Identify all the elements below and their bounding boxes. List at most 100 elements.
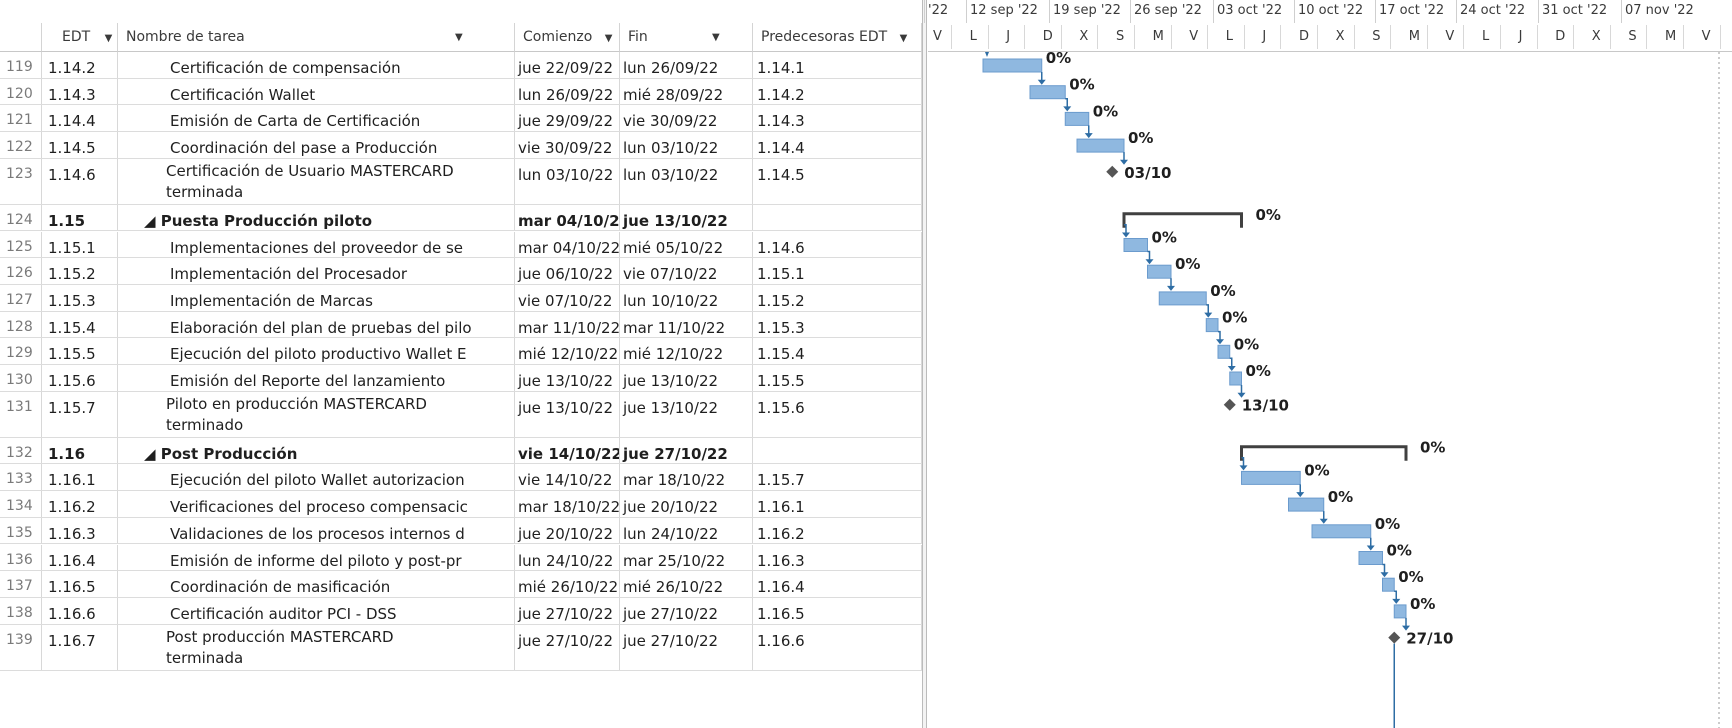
start-cell[interactable]: jue 29/09/22 bbox=[515, 105, 620, 132]
table-row[interactable]: 135 1.16.3 Validaciones de los procesos in… bbox=[0, 517, 922, 545]
summary-row[interactable]: 132 1.16 ◢ Post Producción vie 14/10/22 jue … bbox=[0, 437, 922, 465]
summary-row[interactable]: 124 1.15 ◢ Puesta Producción piloto mar 04/… bbox=[0, 204, 922, 232]
predecessors-cell[interactable]: 1.14.2 bbox=[753, 78, 922, 105]
start-cell[interactable]: jue 22/09/22 bbox=[515, 52, 620, 78]
end-cell[interactable]: vie 07/10/22 bbox=[620, 258, 753, 284]
task-name-cell[interactable]: Verificaciones del proceso compensacic bbox=[118, 491, 515, 517]
table-row[interactable]: 133 1.16.1 Ejecución del piloto Wallet aut… bbox=[0, 464, 922, 492]
table-row[interactable]: 120 1.14.3 Certificación Wallet lun 26/09/2… bbox=[0, 78, 922, 106]
table-row[interactable]: 138 1.16.6 Certificación auditor PCI - DSS… bbox=[0, 597, 922, 625]
predecessors-cell[interactable]: 1.15.1 bbox=[753, 258, 922, 284]
column-header-start[interactable]: Comienzo ▼ bbox=[515, 23, 620, 52]
task-name-cell[interactable]: Implementación de Marcas bbox=[118, 284, 515, 311]
end-cell[interactable]: jue 13/10/22 bbox=[620, 204, 753, 231]
edt-cell[interactable]: 1.16.4 bbox=[42, 544, 118, 571]
predecessors-cell[interactable]: 1.15.2 bbox=[753, 284, 922, 311]
table-row[interactable]: 121 1.14.4 Emisión de Carta de Certificaci… bbox=[0, 105, 922, 133]
end-cell[interactable]: mié 28/09/22 bbox=[620, 78, 753, 105]
end-cell[interactable]: lun 03/10/22 bbox=[620, 132, 753, 158]
start-cell[interactable]: jue 27/10/22 bbox=[515, 624, 620, 670]
edt-cell[interactable]: 1.15.3 bbox=[42, 284, 118, 311]
table-row[interactable]: 119 1.14.2 Certificación de compensación ju… bbox=[0, 52, 922, 79]
chevron-down-icon[interactable]: ▼ bbox=[105, 33, 113, 44]
predecessors-cell[interactable]: 1.16.4 bbox=[753, 571, 922, 597]
table-row[interactable]: 122 1.14.5 Coordinación del pase a Producc… bbox=[0, 132, 922, 159]
column-header-pred[interactable]: Predecesoras EDT ▼ bbox=[753, 23, 922, 52]
predecessors-cell[interactable]: 1.16.3 bbox=[753, 544, 922, 571]
start-cell[interactable]: mié 12/10/22 bbox=[515, 338, 620, 364]
start-cell[interactable]: jue 20/10/22 bbox=[515, 517, 620, 544]
predecessors-cell[interactable] bbox=[753, 437, 922, 464]
start-cell[interactable]: mar 18/10/22 bbox=[515, 491, 620, 517]
edt-cell[interactable]: 1.16.2 bbox=[42, 491, 118, 517]
task-name-cell[interactable]: Elaboración del plan de pruebas del pilo bbox=[118, 311, 515, 338]
start-cell[interactable]: mar 11/10/22 bbox=[515, 311, 620, 338]
start-cell[interactable]: jue 06/10/22 bbox=[515, 258, 620, 284]
edt-cell[interactable]: 1.16.1 bbox=[42, 464, 118, 491]
end-cell[interactable]: mié 26/10/22 bbox=[620, 571, 753, 597]
predecessors-cell[interactable]: 1.15.6 bbox=[753, 391, 922, 437]
chevron-down-icon[interactable]: ▼ bbox=[900, 33, 908, 44]
predecessors-cell[interactable]: 1.14.4 bbox=[753, 132, 922, 158]
end-cell[interactable]: mar 11/10/22 bbox=[620, 311, 753, 338]
start-cell[interactable]: lun 03/10/22 bbox=[515, 158, 620, 204]
edt-cell[interactable]: 1.15.7 bbox=[42, 391, 118, 437]
start-cell[interactable]: lun 26/09/22 bbox=[515, 78, 620, 105]
task-name-cell[interactable]: ◢ Puesta Producción piloto bbox=[118, 204, 515, 231]
start-cell[interactable]: jue 13/10/22 bbox=[515, 365, 620, 391]
chevron-down-icon[interactable]: ▼ bbox=[712, 23, 720, 52]
task-name-cell[interactable]: Piloto en producción MASTERCARD terminad… bbox=[118, 391, 515, 437]
task-name-cell[interactable]: Certificación Wallet bbox=[118, 78, 515, 105]
task-name-cell[interactable]: Ejecución del piloto productivo Wallet E bbox=[118, 338, 515, 364]
end-cell[interactable]: mié 05/10/22 bbox=[620, 231, 753, 258]
predecessors-cell[interactable]: 1.14.3 bbox=[753, 105, 922, 132]
edt-cell[interactable]: 1.16.7 bbox=[42, 624, 118, 670]
table-row[interactable]: 127 1.15.3 Implementación de Marcas vie 07/… bbox=[0, 284, 922, 312]
chevron-down-icon[interactable]: ▼ bbox=[455, 23, 463, 52]
milestone-row[interactable]: 123 1.14.6 Certificación de Usuario MASTER… bbox=[0, 158, 922, 205]
end-cell[interactable]: lun 24/10/22 bbox=[620, 517, 753, 544]
end-cell[interactable]: vie 30/09/22 bbox=[620, 105, 753, 132]
predecessors-cell[interactable]: 1.16.2 bbox=[753, 517, 922, 544]
predecessors-cell[interactable]: 1.16.1 bbox=[753, 491, 922, 517]
predecessors-cell[interactable] bbox=[753, 204, 922, 231]
start-cell[interactable]: vie 30/09/22 bbox=[515, 132, 620, 158]
end-cell[interactable]: jue 27/10/22 bbox=[620, 597, 753, 624]
chevron-down-icon[interactable]: ▼ bbox=[605, 33, 613, 44]
table-row[interactable]: 130 1.15.6 Emisión del Reporte del lanzami… bbox=[0, 365, 922, 392]
edt-cell[interactable]: 1.14.6 bbox=[42, 158, 118, 204]
predecessors-cell[interactable]: 1.14.6 bbox=[753, 231, 922, 258]
edt-cell[interactable]: 1.15.5 bbox=[42, 338, 118, 364]
predecessors-cell[interactable]: 1.15.5 bbox=[753, 365, 922, 391]
milestone-row[interactable]: 131 1.15.7 Piloto en producción MASTERCARD… bbox=[0, 391, 922, 438]
edt-cell[interactable]: 1.14.3 bbox=[42, 78, 118, 105]
milestone-row[interactable]: 139 1.16.7 Post producción MASTERCARD term… bbox=[0, 624, 922, 671]
task-name-cell[interactable]: Coordinación de masificación bbox=[118, 571, 515, 597]
task-name-cell[interactable]: Certificación auditor PCI - DSS bbox=[118, 597, 515, 624]
end-cell[interactable]: mar 25/10/22 bbox=[620, 544, 753, 571]
column-header-edt[interactable]: EDT ▼ bbox=[42, 23, 118, 52]
start-cell[interactable]: vie 14/10/22 bbox=[515, 464, 620, 491]
predecessors-cell[interactable]: 1.15.4 bbox=[753, 338, 922, 364]
edt-cell[interactable]: 1.14.5 bbox=[42, 132, 118, 158]
task-name-cell[interactable]: Emisión del Reporte del lanzamiento bbox=[118, 365, 515, 391]
start-cell[interactable]: vie 07/10/22 bbox=[515, 284, 620, 311]
task-name-cell[interactable]: Coordinación del pase a Producción bbox=[118, 132, 515, 158]
end-cell[interactable]: jue 13/10/22 bbox=[620, 391, 753, 437]
end-cell[interactable]: lun 03/10/22 bbox=[620, 158, 753, 204]
predecessors-cell[interactable]: 1.14.1 bbox=[753, 52, 922, 78]
edt-cell[interactable]: 1.16 bbox=[42, 437, 118, 464]
end-cell[interactable]: mar 18/10/22 bbox=[620, 464, 753, 491]
end-cell[interactable]: mié 12/10/22 bbox=[620, 338, 753, 364]
table-row[interactable]: 137 1.16.5 Coordinación de masificación mié… bbox=[0, 571, 922, 598]
predecessors-cell[interactable]: 1.16.5 bbox=[753, 597, 922, 624]
start-cell[interactable]: mar 04/10/22 bbox=[515, 231, 620, 258]
end-cell[interactable]: jue 27/10/22 bbox=[620, 437, 753, 464]
edt-cell[interactable]: 1.15.4 bbox=[42, 311, 118, 338]
table-row[interactable]: 134 1.16.2 Verificaciones del proceso comp… bbox=[0, 491, 922, 518]
task-name-cell[interactable]: Ejecución del piloto Wallet autorizacion bbox=[118, 464, 515, 491]
start-cell[interactable]: jue 13/10/22 bbox=[515, 391, 620, 437]
task-name-cell[interactable]: ◢ Post Producción bbox=[118, 437, 515, 464]
task-name-cell[interactable]: Certificación de compensación bbox=[118, 52, 515, 78]
pane-splitter[interactable] bbox=[922, 0, 927, 728]
